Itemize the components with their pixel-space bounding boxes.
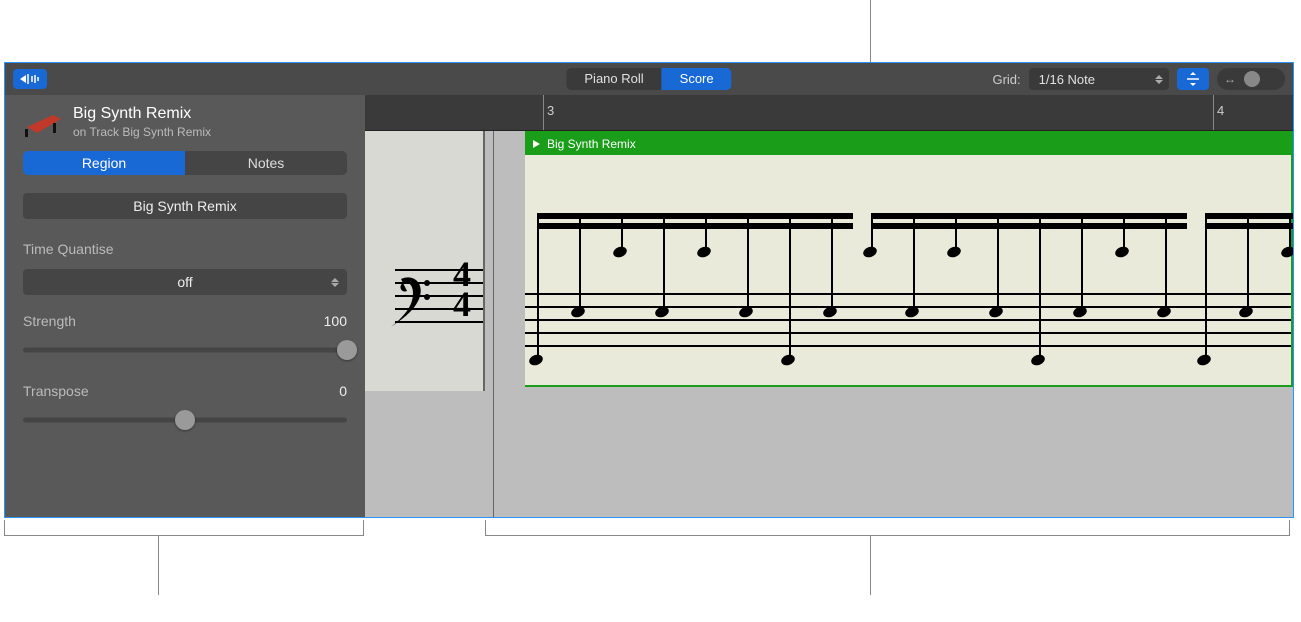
region-header-label: Big Synth Remix	[547, 137, 636, 151]
toggle-knob	[1244, 71, 1260, 87]
transpose-slider[interactable]	[23, 409, 347, 431]
region-title: Big Synth Remix	[73, 105, 211, 123]
view-mode-segmented: Piano Roll Score	[566, 68, 731, 90]
inspector-tabs: Region Notes	[23, 151, 347, 175]
vertical-autozoom-button[interactable]	[1177, 68, 1209, 90]
strength-value: 100	[324, 313, 347, 329]
callout-line-top	[870, 0, 871, 62]
grid-value: 1/16 Note	[1039, 72, 1095, 87]
ruler-marker-4: 4	[1217, 103, 1224, 118]
time-quantise-dropdown[interactable]: off	[23, 269, 347, 295]
ruler[interactable]: 3 4	[365, 95, 1293, 131]
midi-region[interactable]: Big Synth Remix	[525, 131, 1293, 387]
clef-gutter: 4 4	[365, 131, 485, 391]
hzoom-icon: ↔	[1220, 72, 1240, 86]
time-quantise-label: Time Quantise	[23, 241, 347, 257]
grid-label: Grid:	[992, 72, 1020, 87]
chevron-updown-icon	[331, 278, 339, 287]
grid-dropdown[interactable]: 1/16 Note	[1029, 68, 1169, 90]
time-sig-den: 4	[453, 291, 471, 317]
region-subtitle: on Track Big Synth Remix	[73, 125, 211, 139]
callout-bracket-score	[485, 535, 1290, 536]
ruler-marker-3: 3	[547, 103, 554, 118]
tab-region[interactable]: Region	[23, 151, 185, 175]
tab-piano-roll[interactable]: Piano Roll	[566, 68, 661, 90]
score-display[interactable]: 3 4 4 4	[365, 95, 1293, 517]
playhead[interactable]	[493, 131, 494, 517]
tab-score[interactable]: Score	[662, 68, 732, 90]
score-editor-window: Piano Roll Score Grid: 1/16 Note ↔	[4, 62, 1294, 518]
editor-toolbar: Piano Roll Score Grid: 1/16 Note ↔	[5, 63, 1293, 95]
strength-label: Strength	[23, 313, 76, 329]
tab-notes[interactable]: Notes	[185, 151, 347, 175]
callout-bracket-inspector	[4, 535, 364, 536]
chevron-updown-icon	[1155, 75, 1163, 84]
horizontal-autozoom-toggle[interactable]: ↔	[1217, 68, 1285, 90]
inspector-panel: Big Synth Remix on Track Big Synth Remix…	[5, 95, 365, 517]
region-header[interactable]: Big Synth Remix	[525, 133, 1291, 155]
strength-slider[interactable]	[23, 339, 347, 361]
bass-clef-icon	[389, 271, 439, 331]
instrument-icon	[23, 105, 63, 137]
transpose-label: Transpose	[23, 383, 89, 399]
catch-playhead-button[interactable]	[13, 69, 47, 89]
region-name-field[interactable]: Big Synth Remix	[23, 193, 347, 219]
transpose-value: 0	[339, 383, 347, 399]
play-icon	[531, 139, 541, 149]
